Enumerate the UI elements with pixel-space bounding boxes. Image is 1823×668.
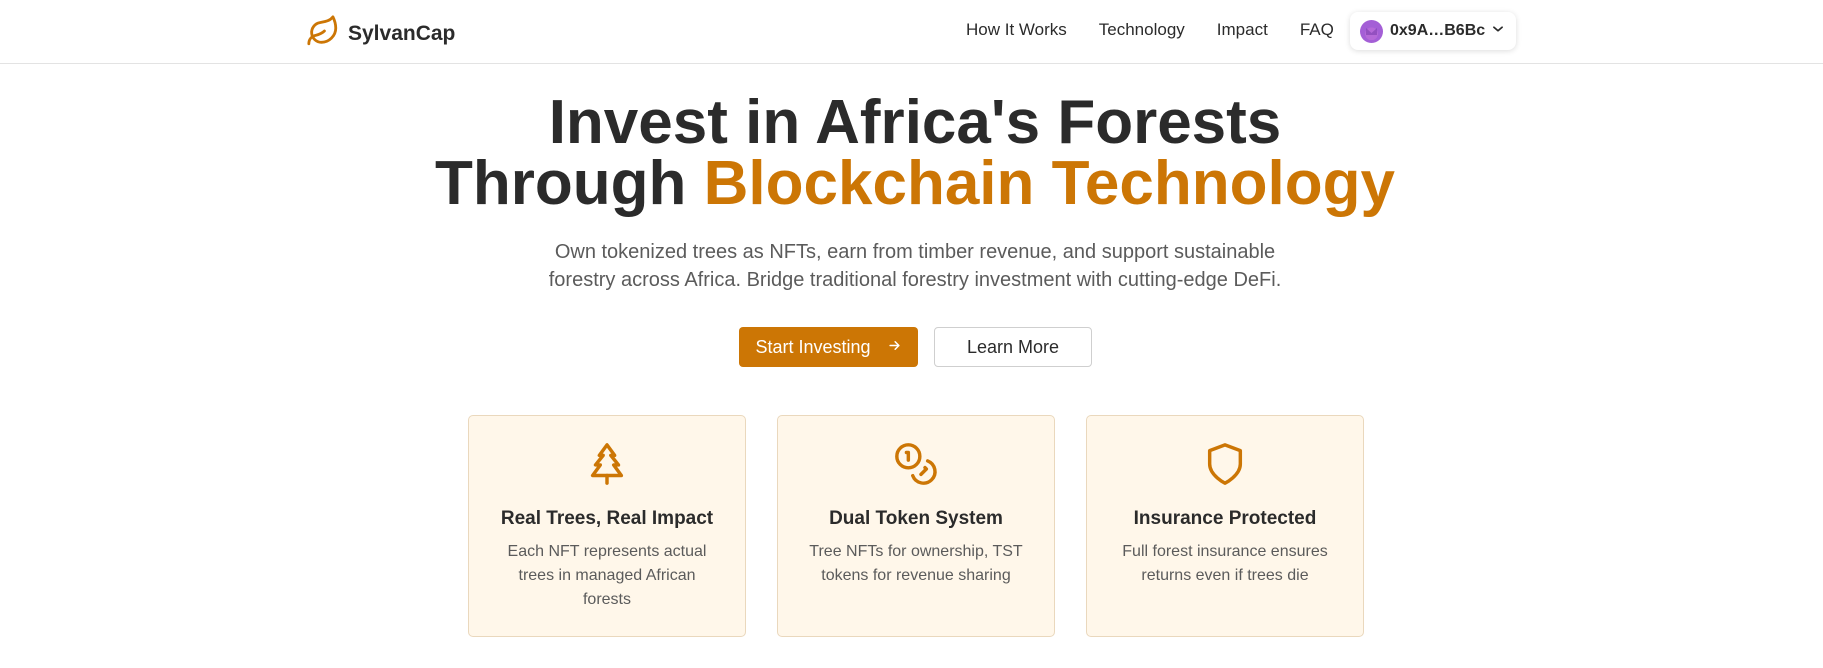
feature-title: Insurance Protected xyxy=(1133,508,1317,529)
shield-icon xyxy=(1087,441,1363,489)
feature-card-dual-token: Dual Token System Tree NFTs for ownershi… xyxy=(777,415,1055,637)
wallet-address: 0x9A…B6Bc xyxy=(1390,22,1486,39)
feature-title: Dual Token System xyxy=(829,508,1003,529)
nav-link-impact[interactable]: Impact xyxy=(1217,20,1268,40)
learn-more-button[interactable]: Learn More xyxy=(934,327,1092,367)
coins-icon xyxy=(778,441,1054,489)
hero-subtitle: Own tokenized trees as NFTs, earn from t… xyxy=(548,241,1282,291)
hero-title-line1: Invest in Africa's Forests xyxy=(548,88,1282,157)
start-investing-label: Start Investing xyxy=(755,336,871,357)
nav-link-how-it-works[interactable]: How It Works xyxy=(966,20,1067,40)
tree-icon xyxy=(469,441,745,489)
leaf-icon xyxy=(306,14,340,53)
brand-logo[interactable]: SylvanCap xyxy=(306,14,455,53)
start-investing-button[interactable]: Start Investing xyxy=(739,327,918,367)
arrow-right-icon xyxy=(871,337,902,358)
nav-link-technology[interactable]: Technology xyxy=(1099,20,1185,40)
feature-description: Tree NFTs for ownership, TST tokens for … xyxy=(809,543,1023,584)
hero-title: Invest in Africa's Forests Through Block… xyxy=(0,92,1823,215)
feature-description: Full forest insurance ensures returns ev… xyxy=(1122,543,1328,584)
feature-description: Each NFT represents actual trees in mana… xyxy=(507,543,707,608)
wallet-avatar xyxy=(1360,19,1383,43)
top-navbar: SylvanCap How It Works Technology Impact… xyxy=(0,0,1823,64)
feature-card-real-trees: Real Trees, Real Impact Each NFT represe… xyxy=(468,415,746,637)
feature-title: Real Trees, Real Impact xyxy=(500,508,714,529)
hero-title-line2: Through xyxy=(435,149,704,218)
feature-card-insurance: Insurance Protected Full forest insuranc… xyxy=(1086,415,1364,637)
wallet-account-button[interactable]: 0x9A…B6Bc xyxy=(1350,12,1516,50)
brand-name: SylvanCap xyxy=(348,21,456,45)
main-nav: How It Works Technology Impact FAQ xyxy=(966,20,1366,40)
nav-link-faq[interactable]: FAQ xyxy=(1300,20,1334,40)
chevron-down-icon xyxy=(1485,22,1505,41)
hero-title-accent: Blockchain Technology xyxy=(703,149,1395,218)
